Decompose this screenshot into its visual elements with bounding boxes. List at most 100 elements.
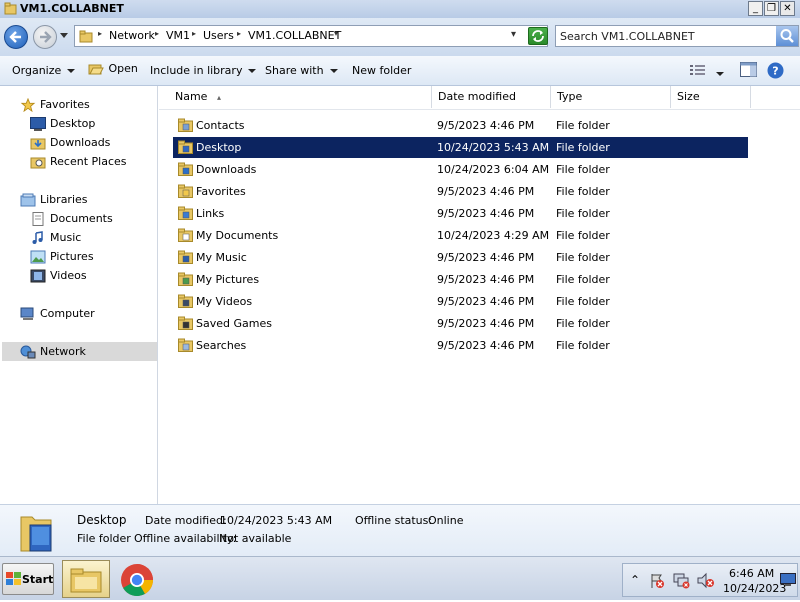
action-center-flag-icon[interactable] [649,573,665,589]
minimize-button[interactable]: _ [748,1,763,16]
breadcrumb-users[interactable]: Users [203,29,234,42]
file-row[interactable]: Saved Games 9/5/2023 4:46 PM File folder [173,313,748,334]
file-type: File folder [556,251,610,264]
file-row[interactable]: Contacts 9/5/2023 4:46 PM File folder [173,115,748,136]
chevron-right-icon[interactable]: ▸ [192,29,196,38]
open-button[interactable]: Open [88,62,138,76]
preview-pane-button[interactable] [740,62,757,80]
chevron-down-icon [67,69,76,73]
start-label: Start [22,573,54,586]
clock-time[interactable]: 6:46 AM [729,567,774,580]
documents-icon [32,212,44,226]
show-desktop-icon[interactable] [780,573,796,587]
breadcrumb-vm1[interactable]: VM1 [166,29,190,42]
file-type: File folder [556,185,610,198]
share-with-label: Share with [265,64,324,77]
volume-muted-icon[interactable] [697,572,715,589]
nav-libraries-videos[interactable]: Videos [30,267,150,286]
column-header-name-label: Name [175,90,208,103]
address-bar[interactable]: ▸ Network ▸ VM1 ▸ Users ▸ VM1.COLLABNET … [74,25,548,47]
network-icon [20,345,36,359]
recent-pages-dropdown[interactable] [60,33,68,39]
taskbar-chrome-button[interactable] [118,561,156,599]
details-date-value: 10/24/2023 5:43 AM [220,514,333,527]
close-button[interactable]: ✕ [780,1,795,16]
forward-button[interactable] [33,25,57,49]
show-hidden-icons-button[interactable]: ⌃ [630,573,640,587]
nav-network[interactable]: Network [20,343,150,362]
breadcrumb-vm1-collabnet[interactable]: VM1.COLLABNET [248,29,341,42]
chevron-right-icon[interactable]: ▸ [155,29,159,38]
chevron-right-icon[interactable]: ▸ [237,29,241,38]
refresh-button[interactable] [528,27,548,45]
nav-favorites-downloads[interactable]: Downloads [30,134,150,153]
file-name: Desktop [196,141,242,154]
file-row[interactable]: Desktop 10/24/2023 5:43 AM File folder [173,137,748,158]
change-view-button[interactable] [690,64,706,79]
nav-libraries-documents[interactable]: Documents [30,210,150,229]
sort-ascending-icon: ▴ [216,93,221,102]
address-history-dropdown[interactable]: ▾ [511,29,516,40]
nav-libraries[interactable]: Libraries [20,191,150,210]
file-row[interactable]: My Videos 9/5/2023 4:46 PM File folder [173,291,748,312]
file-row[interactable]: My Music 9/5/2023 4:46 PM File folder [173,247,748,268]
organize-button[interactable]: Organize [12,64,76,77]
breadcrumb-network[interactable]: Network [109,29,155,42]
column-header-type[interactable]: Type [551,86,671,108]
include-in-library-label: Include in library [150,64,243,77]
file-row[interactable]: My Documents 10/24/2023 4:29 AM File folde… [173,225,748,246]
taskbar-explorer-button[interactable] [62,560,110,598]
downloads-folder-icon [30,138,46,150]
file-row[interactable]: Searches 9/5/2023 4:46 PM File folder [173,335,748,356]
column-header-row: Name ▴ Date modified Type Size [159,86,800,110]
arrow-left-icon [9,31,21,43]
nav-libraries-pictures[interactable]: Pictures [30,248,150,267]
nav-computer[interactable]: Computer [20,305,150,324]
network-status-icon[interactable] [673,572,691,589]
search-input[interactable] [560,28,770,44]
chevron-right-icon[interactable]: ▸ [98,29,102,38]
column-header-size[interactable]: Size [671,86,751,108]
maximize-button[interactable]: ❐ [764,1,779,16]
include-in-library-button[interactable]: Include in library [150,64,257,77]
details-date-label: Date modified: [145,514,227,527]
nav-favorites-recent-places[interactable]: Recent Places [30,153,150,172]
file-row[interactable]: Favorites 9/5/2023 4:46 PM File folder [173,181,748,202]
start-button[interactable]: Start [2,563,54,595]
file-type: File folder [556,229,610,242]
search-button[interactable] [776,26,798,46]
file-type: File folder [556,273,610,286]
file-type: File folder [556,339,610,352]
file-date-modified: 9/5/2023 4:46 PM [437,339,535,352]
file-row[interactable]: My Pictures 9/5/2023 4:46 PM File folder [173,269,748,290]
file-row[interactable]: Downloads 10/24/2023 6:04 AM File folder [173,159,748,180]
new-folder-button[interactable]: New folder [352,64,411,77]
file-type: File folder [556,163,610,176]
column-header-date-modified[interactable]: Date modified [432,86,551,108]
back-button[interactable] [4,25,28,49]
search-box[interactable] [555,25,799,47]
file-date-modified: 10/24/2023 4:29 AM [437,229,550,242]
file-type: File folder [556,317,610,330]
column-header-date-label: Date modified [438,90,516,103]
column-header-name[interactable]: Name ▴ [169,86,432,108]
nav-libraries-videos-label: Videos [50,269,87,282]
nav-network-label: Network [40,345,86,358]
chevron-down-icon[interactable]: ▾ [334,29,338,38]
share-with-button[interactable]: Share with [265,64,338,77]
nav-libraries-label: Libraries [40,193,88,206]
clock-date[interactable]: 10/24/2023 [723,582,786,595]
favorites-folder-icon [178,184,193,198]
nav-favorites[interactable]: Favorites [20,96,150,115]
nav-libraries-music[interactable]: Music [30,229,150,248]
file-row[interactable]: Links 9/5/2023 4:46 PM File folder [173,203,748,224]
nav-favorites-label: Favorites [40,98,90,111]
downloads-folder-icon [178,162,193,176]
file-name: My Videos [196,295,253,308]
help-button[interactable]: ? [767,62,784,82]
view-options-dropdown[interactable] [716,67,724,80]
file-name: My Pictures [196,273,260,286]
nav-favorites-desktop[interactable]: Desktop [30,115,150,134]
open-label: Open [108,62,138,75]
address-row: ▸ Network ▸ VM1 ▸ Users ▸ VM1.COLLABNET … [0,18,800,56]
